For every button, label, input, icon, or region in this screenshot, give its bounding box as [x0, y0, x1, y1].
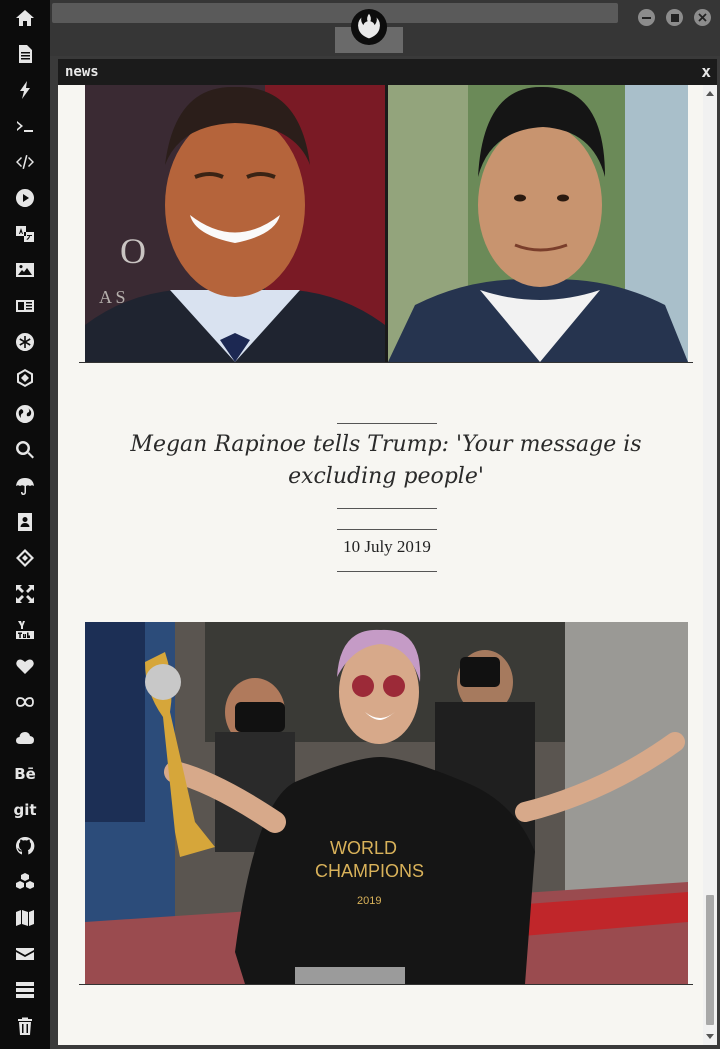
window-titlebar: news x: [58, 59, 717, 85]
expand-icon[interactable]: [12, 581, 38, 607]
headline-bottom-rule: [337, 508, 437, 509]
play-circle-icon[interactable]: [12, 185, 38, 211]
newspaper-icon[interactable]: [12, 293, 38, 319]
infinity-icon[interactable]: [12, 689, 38, 715]
home-icon[interactable]: [12, 5, 38, 31]
date-bottom-rule: [337, 571, 437, 572]
vertical-scrollbar[interactable]: [703, 85, 717, 1045]
backdrop-letter-o: O: [120, 231, 146, 271]
behance-icon[interactable]: Bē: [12, 761, 38, 787]
trash-icon[interactable]: [12, 1013, 38, 1039]
server-icon[interactable]: [12, 977, 38, 1003]
headline-top-rule: [337, 423, 437, 424]
news-window: news x O A S Megan Rapinoe tells Trump: …: [58, 59, 717, 1045]
maximize-button[interactable]: [666, 9, 683, 26]
article-image-wrapper: O A S: [79, 85, 693, 363]
map-icon[interactable]: [12, 905, 38, 931]
github-icon[interactable]: [12, 833, 38, 859]
article-date: 10 July 2019: [343, 537, 431, 556]
translate-icon[interactable]: [12, 221, 38, 247]
app-dock: Bē git: [0, 0, 50, 1049]
address-bar[interactable]: [52, 3, 618, 23]
search-icon[interactable]: [12, 437, 38, 463]
window-title: news: [65, 64, 99, 80]
image-icon[interactable]: [12, 257, 38, 283]
article-image-2[interactable]: WORLD CHAMPIONS 2019: [85, 622, 688, 984]
close-icon: [698, 13, 707, 22]
envelope-icon[interactable]: [12, 941, 38, 967]
umbrella-icon[interactable]: [12, 473, 38, 499]
code-icon[interactable]: [12, 149, 38, 175]
article-image[interactable]: O A S: [85, 85, 688, 362]
news-feed: O A S Megan Rapinoe tells Trump: 'Your m…: [58, 85, 702, 1045]
youtube-icon[interactable]: [12, 617, 38, 643]
hexagon-icon[interactable]: [12, 365, 38, 391]
git-icon[interactable]: git: [12, 797, 38, 823]
minimize-button[interactable]: [638, 9, 655, 26]
asterisk-circle-icon[interactable]: [12, 329, 38, 355]
cubes-icon[interactable]: [12, 869, 38, 895]
globe-icon[interactable]: [12, 401, 38, 427]
contacts-icon[interactable]: [12, 509, 38, 535]
terminal-icon[interactable]: [12, 113, 38, 139]
article-headline[interactable]: Megan Rapinoe tells Trump: 'Your message…: [88, 429, 684, 493]
heart-icon[interactable]: [12, 653, 38, 679]
bolt-icon[interactable]: [12, 77, 38, 103]
date-top-rule: [337, 529, 437, 530]
close-window-button[interactable]: [694, 9, 711, 26]
rebel-alliance-logo-icon[interactable]: [350, 8, 388, 46]
scroll-thumb[interactable]: [706, 895, 714, 1025]
jersey-text-champions: CHAMPIONS: [315, 861, 424, 881]
window-close-button[interactable]: x: [701, 62, 711, 81]
top-bar: [50, 0, 720, 56]
document-icon[interactable]: [12, 41, 38, 67]
article-image-wrapper-2: WORLD CHAMPIONS 2019: [79, 622, 693, 985]
jersey-text-world: WORLD: [330, 838, 397, 858]
cloud-icon[interactable]: [12, 725, 38, 751]
jersey-text-year: 2019: [357, 895, 381, 907]
scroll-down-arrow-icon[interactable]: [706, 1034, 714, 1039]
scroll-up-arrow-icon[interactable]: [706, 91, 714, 96]
codepen-icon[interactable]: [12, 545, 38, 571]
